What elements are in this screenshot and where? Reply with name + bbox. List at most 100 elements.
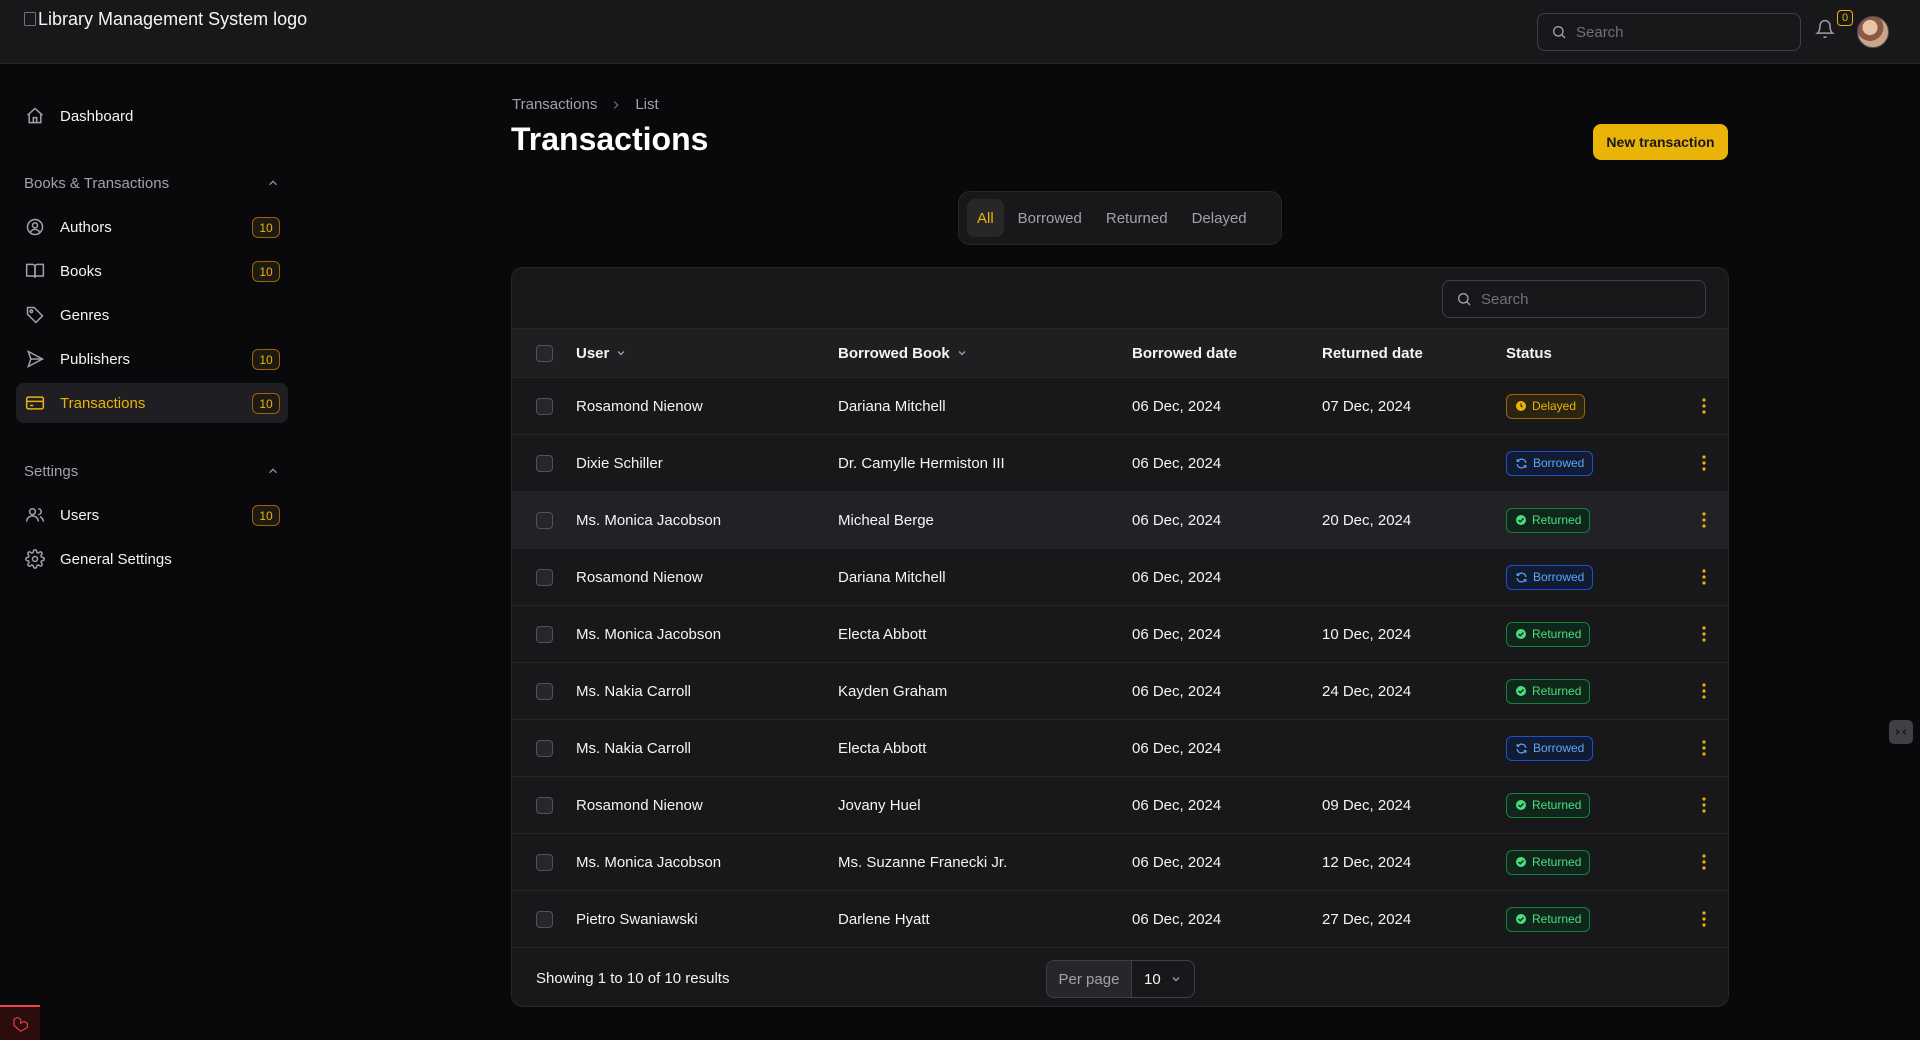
sidebar-item-users[interactable]: Users 10 — [16, 495, 288, 535]
returned-date-cell: 27 Dec, 2024 — [1322, 910, 1412, 928]
table-row[interactable]: Pietro Swaniawski Darlene Hyatt 06 Dec, 20… — [512, 891, 1728, 948]
status-badge: Returned — [1506, 678, 1591, 704]
table-row[interactable]: Rosamond Nienow Dariana Mitchell 06 Dec, 2… — [512, 549, 1728, 606]
borrowed-date-cell: 06 Dec, 2024 — [1132, 454, 1222, 472]
row-checkbox[interactable] — [536, 397, 553, 415]
row-checkbox[interactable] — [536, 796, 553, 814]
sidebar-count-badge: 10 — [252, 217, 280, 238]
tab-all[interactable]: All — [967, 199, 1004, 237]
chevron-up-icon[interactable] — [266, 464, 280, 478]
user-circle-icon — [24, 216, 46, 238]
sidebar-count-badge: 10 — [252, 393, 280, 414]
select-all-checkbox[interactable] — [536, 344, 553, 362]
per-page-select[interactable]: Per page 10 — [1046, 960, 1195, 998]
sidebar-item-publishers[interactable]: Publishers 10 — [16, 339, 288, 379]
avatar[interactable] — [1857, 16, 1889, 48]
chevron-down-icon — [617, 351, 625, 356]
row-actions-button[interactable] — [1694, 907, 1714, 931]
row-actions-button[interactable] — [1694, 793, 1714, 817]
search-icon — [1553, 26, 1566, 39]
table-row[interactable]: Dixie Schiller Dr. Camylle Hermiston III 0… — [512, 435, 1728, 492]
per-page-value: 10 — [1144, 970, 1161, 988]
sidebar-item-genres[interactable]: Genres — [16, 295, 288, 335]
row-actions-button[interactable] — [1694, 508, 1714, 532]
credit-card-icon — [24, 392, 46, 414]
book-open-icon — [24, 260, 46, 282]
row-checkbox[interactable] — [536, 568, 553, 586]
borrowed-book-cell: Kayden Graham — [838, 682, 948, 700]
sidebar-item-dashboard[interactable]: Dashboard — [16, 96, 288, 136]
status-label: Returned — [1532, 513, 1582, 527]
row-checkbox[interactable] — [536, 910, 553, 928]
borrowed-book-cell: Darlene Hyatt — [838, 910, 930, 928]
row-checkbox[interactable] — [536, 853, 553, 871]
check-circle-icon — [1515, 913, 1527, 925]
bell-icon — [1815, 19, 1835, 39]
page-title: Transactions — [511, 121, 709, 157]
sidebar-group-settings[interactable]: Settings — [24, 459, 280, 483]
sidebar-item-label: Users — [60, 506, 100, 524]
row-actions-button[interactable] — [1694, 679, 1714, 703]
sidebar-item-label: Authors — [60, 218, 112, 236]
sidebar-item-label: Dashboard — [60, 107, 134, 125]
row-checkbox[interactable] — [536, 511, 553, 529]
column-header-borrowed-book[interactable]: Borrowed Book — [838, 329, 968, 377]
logo-alt-text: Library Management System logo — [38, 9, 308, 29]
per-page-dropdown[interactable]: 10 — [1132, 961, 1194, 997]
row-checkbox[interactable] — [536, 625, 553, 643]
table-footer: Showing 1 to 10 of 10 results Per page 1… — [512, 948, 1728, 1006]
chevron-up-icon[interactable] — [266, 176, 280, 190]
table-search-input[interactable] — [1481, 290, 1681, 308]
refresh-icon — [1515, 457, 1528, 470]
clock-icon — [1515, 400, 1527, 412]
global-search-input[interactable] — [1576, 23, 1776, 41]
breadcrumb-parent[interactable]: Transactions — [512, 96, 597, 113]
sidebar-item-transactions[interactable]: Transactions 10 — [16, 383, 288, 423]
sidebar-item-label: Books — [60, 262, 102, 280]
sidebar-item-authors[interactable]: Authors 10 — [16, 207, 288, 247]
sidebar-item-books[interactable]: Books 10 — [16, 251, 288, 291]
user-cell: Dixie Schiller — [576, 454, 663, 472]
column-header-label: Borrowed Book — [838, 344, 950, 362]
table-row[interactable]: Ms. Nakia Carroll Electa Abbott 06 Dec, 20… — [512, 720, 1728, 777]
tab-delayed[interactable]: Delayed — [1182, 199, 1257, 237]
global-search[interactable] — [1537, 13, 1801, 51]
user-cell: Ms. Nakia Carroll — [576, 739, 692, 757]
row-checkbox[interactable] — [536, 739, 553, 757]
column-header-user[interactable]: User — [576, 329, 627, 377]
row-actions-button[interactable] — [1694, 850, 1714, 874]
row-actions-button[interactable] — [1694, 622, 1714, 646]
sidebar-item-general-settings[interactable]: General Settings — [16, 539, 288, 579]
table-search[interactable] — [1442, 280, 1706, 318]
new-transaction-button[interactable]: New transaction — [1593, 124, 1728, 160]
user-cell: Rosamond Nienow — [576, 796, 703, 814]
row-actions-button[interactable] — [1694, 565, 1714, 589]
table-row[interactable]: Rosamond Nienow Dariana Mitchell 06 Dec, 2… — [512, 378, 1728, 435]
tab-returned[interactable]: Returned — [1096, 199, 1178, 237]
status-label: Returned — [1532, 912, 1582, 926]
row-actions-button[interactable] — [1694, 451, 1714, 475]
app-logo[interactable]: Library Management System logo — [24, 9, 307, 30]
breadcrumb-current: List — [635, 96, 659, 113]
returned-date-cell: 12 Dec, 2024 — [1322, 853, 1412, 871]
tab-borrowed[interactable]: Borrowed — [1008, 199, 1092, 237]
sidebar-group-books-transactions[interactable]: Books & Transactions — [24, 171, 280, 195]
row-actions-button[interactable] — [1694, 394, 1714, 418]
table-row[interactable]: Ms. Nakia Carroll Kayden Graham 06 Dec, 20… — [512, 663, 1728, 720]
table-body: Rosamond Nienow Dariana Mitchell 06 Dec, 2… — [512, 378, 1728, 948]
table-row[interactable]: Rosamond Nienow Jovany Huel 06 Dec, 2024 09… — [512, 777, 1728, 834]
table-row[interactable]: Ms. Monica Jacobson Ms. Suzanne Franecki … — [512, 834, 1728, 891]
side-panel-toggle[interactable] — [1889, 720, 1913, 744]
borrowed-date-cell: 06 Dec, 2024 — [1132, 796, 1222, 814]
sidebar-count-badge: 10 — [252, 261, 280, 282]
table-row[interactable]: Ms. Monica Jacobson Micheal Berge 06 Dec, … — [512, 492, 1728, 549]
user-cell: Rosamond Nienow — [576, 568, 703, 586]
row-checkbox[interactable] — [536, 682, 553, 700]
gear-icon — [24, 548, 46, 570]
row-actions-button[interactable] — [1694, 736, 1714, 760]
borrowed-date-cell: 06 Dec, 2024 — [1132, 682, 1222, 700]
row-checkbox[interactable] — [536, 454, 553, 472]
table-row[interactable]: Ms. Monica Jacobson Electa Abbott 06 Dec, … — [512, 606, 1728, 663]
column-header-status: Status — [1506, 344, 1552, 362]
debug-toolbar-button[interactable] — [0, 1005, 40, 1040]
